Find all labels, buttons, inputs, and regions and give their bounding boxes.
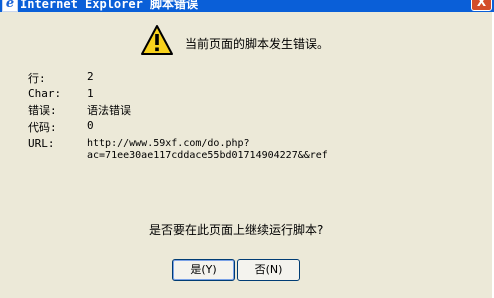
detail-label-code: 代码: (28, 121, 57, 134)
detail-value-url-cont: ac=71ee30ae117cddace55bd01714904227&&ref (87, 150, 328, 161)
detail-value-char: 1 (87, 87, 94, 100)
warning-icon (141, 25, 173, 55)
detail-label-url: URL: (28, 137, 55, 150)
detail-label-char: Char: (28, 87, 62, 100)
detail-label-line: 行: (28, 72, 46, 85)
detail-value-error: 语法错误 (87, 104, 131, 117)
yes-button[interactable]: 是(Y) (172, 259, 235, 281)
detail-label-error: 错误: (28, 104, 57, 117)
detail-value-line: 2 (87, 70, 94, 83)
close-button[interactable]: X (471, 0, 492, 11)
detail-value-url: http://www.59xf.com/do.php? (87, 138, 250, 149)
detail-value-code: 0 (87, 119, 94, 132)
continue-question: 是否要在此页面上继续运行脚本? (149, 223, 324, 237)
no-button[interactable]: 否(N) (237, 259, 300, 281)
error-headline: 当前页面的脚本发生错误。 (185, 37, 330, 51)
window-title: Internet Explorer 脚本错误 (20, 0, 199, 11)
ie-logo-icon: e (2, 0, 18, 12)
title-bar[interactable]: e Internet Explorer 脚本错误 X (0, 0, 494, 12)
